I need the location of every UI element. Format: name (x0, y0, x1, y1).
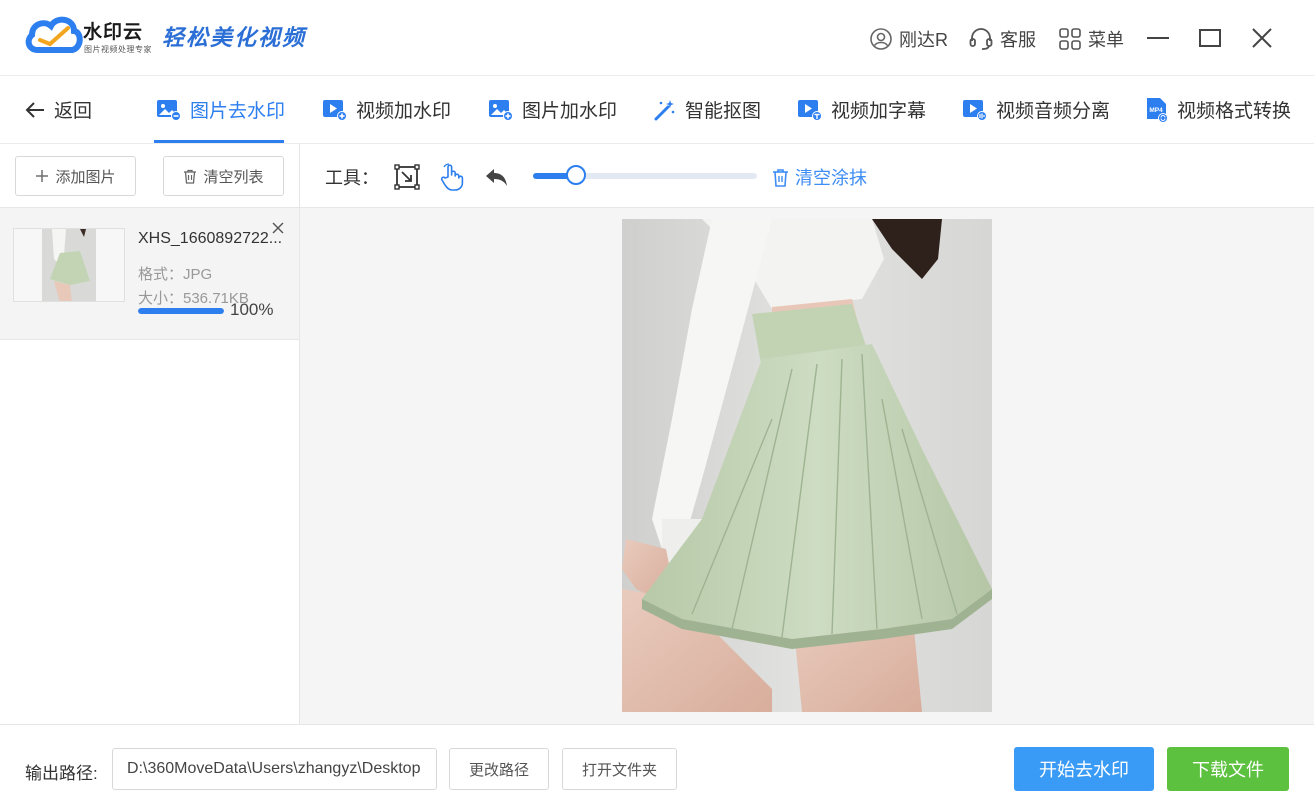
arrow-left-icon (25, 101, 44, 118)
minimize-button[interactable] (1142, 22, 1174, 54)
undo-tool[interactable] (482, 162, 512, 192)
maximize-button[interactable] (1194, 22, 1226, 54)
plus-icon (36, 170, 49, 182)
tab-label: 视频加水印 (356, 101, 452, 122)
customer-service-button[interactable]: 客服 (968, 24, 1036, 54)
feature-tabs: 返回 图片去水印 视频加水印 图片加水印 智能抠图 视频加字幕 视频音频分离 M… (0, 76, 1314, 144)
file-thumbnail (13, 228, 125, 302)
active-tab-indicator (154, 140, 284, 143)
grid-icon (1059, 28, 1081, 50)
image-editor: 工具： 清空涂抹 (300, 144, 1314, 724)
slogan: 轻松美化视频 (162, 25, 307, 51)
brand-name: 水印云 (83, 22, 144, 43)
tab-label: 图片加水印 (522, 101, 618, 122)
file-name: XHS_1660892722... (138, 230, 283, 247)
maximize-icon (1199, 29, 1221, 47)
clear-paint-button[interactable]: 清空涂抹 (772, 164, 867, 190)
user-menu[interactable]: 刚达R (869, 24, 948, 54)
mp4-badge: MP4 (1149, 107, 1163, 114)
tab-label: 智能抠图 (685, 101, 762, 122)
brush-size-handle[interactable] (565, 165, 586, 185)
tab-video-add-watermark[interactable]: 视频加水印 (322, 96, 451, 123)
tab-video-audio-split[interactable]: 视频音频分离 (962, 96, 1110, 123)
preview-image[interactable] (622, 219, 992, 712)
trash-icon (773, 168, 788, 187)
select-area-tool[interactable] (392, 162, 422, 192)
tab-label: 视频加字幕 (831, 101, 927, 122)
magic-wand-icon (654, 99, 675, 120)
start-label: 开始去水印 (1039, 760, 1129, 780)
clear-list-label: 清空列表 (203, 168, 264, 186)
tools-label: 工具： (325, 168, 379, 188)
service-label: 客服 (1000, 30, 1036, 50)
add-image-label: 添加图片 (55, 168, 116, 186)
video-subtitle-icon (798, 99, 822, 121)
undo-icon (486, 169, 507, 186)
back-label: 返回 (54, 101, 93, 122)
open-folder-label: 打开文件夹 (581, 761, 657, 779)
output-path-label: 输出路径: (25, 764, 98, 783)
back-button[interactable]: 返回 (24, 96, 92, 123)
progress-fill (138, 308, 224, 314)
video-add-icon (323, 99, 347, 121)
trash-icon (184, 169, 197, 184)
mp4-convert-icon: MP4 (1147, 97, 1168, 123)
file-list-panel: 添加图片 清空列表 XHS_1660892722... 格式：JPG 大小：53… (0, 144, 300, 724)
editor-toolbar: 工具： 清空涂抹 (300, 144, 1314, 208)
tab-label: 图片去水印 (190, 101, 286, 122)
hand-tool[interactable] (437, 162, 467, 192)
video-audio-icon (963, 99, 987, 121)
change-path-label: 更改路径 (468, 761, 529, 779)
file-list-toolbar: 添加图片 清空列表 (0, 144, 299, 208)
add-image-button[interactable]: 添加图片 (15, 156, 136, 196)
tab-image-remove-watermark[interactable]: 图片去水印 (156, 96, 285, 123)
progress-bar (138, 308, 224, 314)
tab-video-format-convert[interactable]: MP4 视频格式转换 (1145, 96, 1291, 123)
tab-smart-cutout[interactable]: 智能抠图 (653, 96, 761, 123)
image-add-icon (489, 99, 513, 121)
brand-subtitle: 图片视频处理专家 (84, 45, 152, 54)
user-icon (870, 28, 892, 50)
file-format: 格式：JPG (138, 266, 213, 283)
start-remove-watermark-button[interactable]: 开始去水印 (1014, 747, 1154, 791)
output-path-field[interactable] (112, 748, 437, 790)
user-name: 刚达R (899, 30, 948, 50)
menu-label: 菜单 (1088, 30, 1124, 50)
open-folder-button[interactable]: 打开文件夹 (562, 748, 677, 790)
headset-icon (969, 28, 993, 50)
clear-paint-label: 清空涂抹 (795, 168, 867, 188)
clear-list-button[interactable]: 清空列表 (163, 156, 284, 196)
bottom-bar: 输出路径: 更改路径 打开文件夹 开始去水印 下载文件 (0, 724, 1314, 810)
close-button[interactable] (1246, 22, 1278, 54)
menu-button[interactable]: 菜单 (1058, 24, 1124, 54)
download-label: 下载文件 (1192, 760, 1264, 780)
file-list-item[interactable]: XHS_1660892722... 格式：JPG 大小：536.71KB 100… (0, 208, 299, 340)
title-bar: 水印云 图片视频处理专家 轻松美化视频 刚达R 客服 菜单 (0, 0, 1314, 76)
tab-label: 视频音频分离 (996, 101, 1111, 122)
progress-text: 100% (230, 300, 274, 319)
select-area-icon (394, 164, 420, 190)
image-remove-icon (157, 99, 181, 121)
hand-pointer-icon (440, 163, 464, 191)
tab-image-add-watermark[interactable]: 图片加水印 (488, 96, 617, 123)
cloud-logo-icon (25, 16, 83, 53)
tab-label: 视频格式转换 (1177, 101, 1292, 122)
close-icon (1252, 28, 1272, 48)
tab-video-subtitle[interactable]: 视频加字幕 (797, 96, 926, 123)
download-file-button[interactable]: 下载文件 (1167, 747, 1289, 791)
minimize-icon (1147, 37, 1169, 39)
change-path-button[interactable]: 更改路径 (449, 748, 549, 790)
